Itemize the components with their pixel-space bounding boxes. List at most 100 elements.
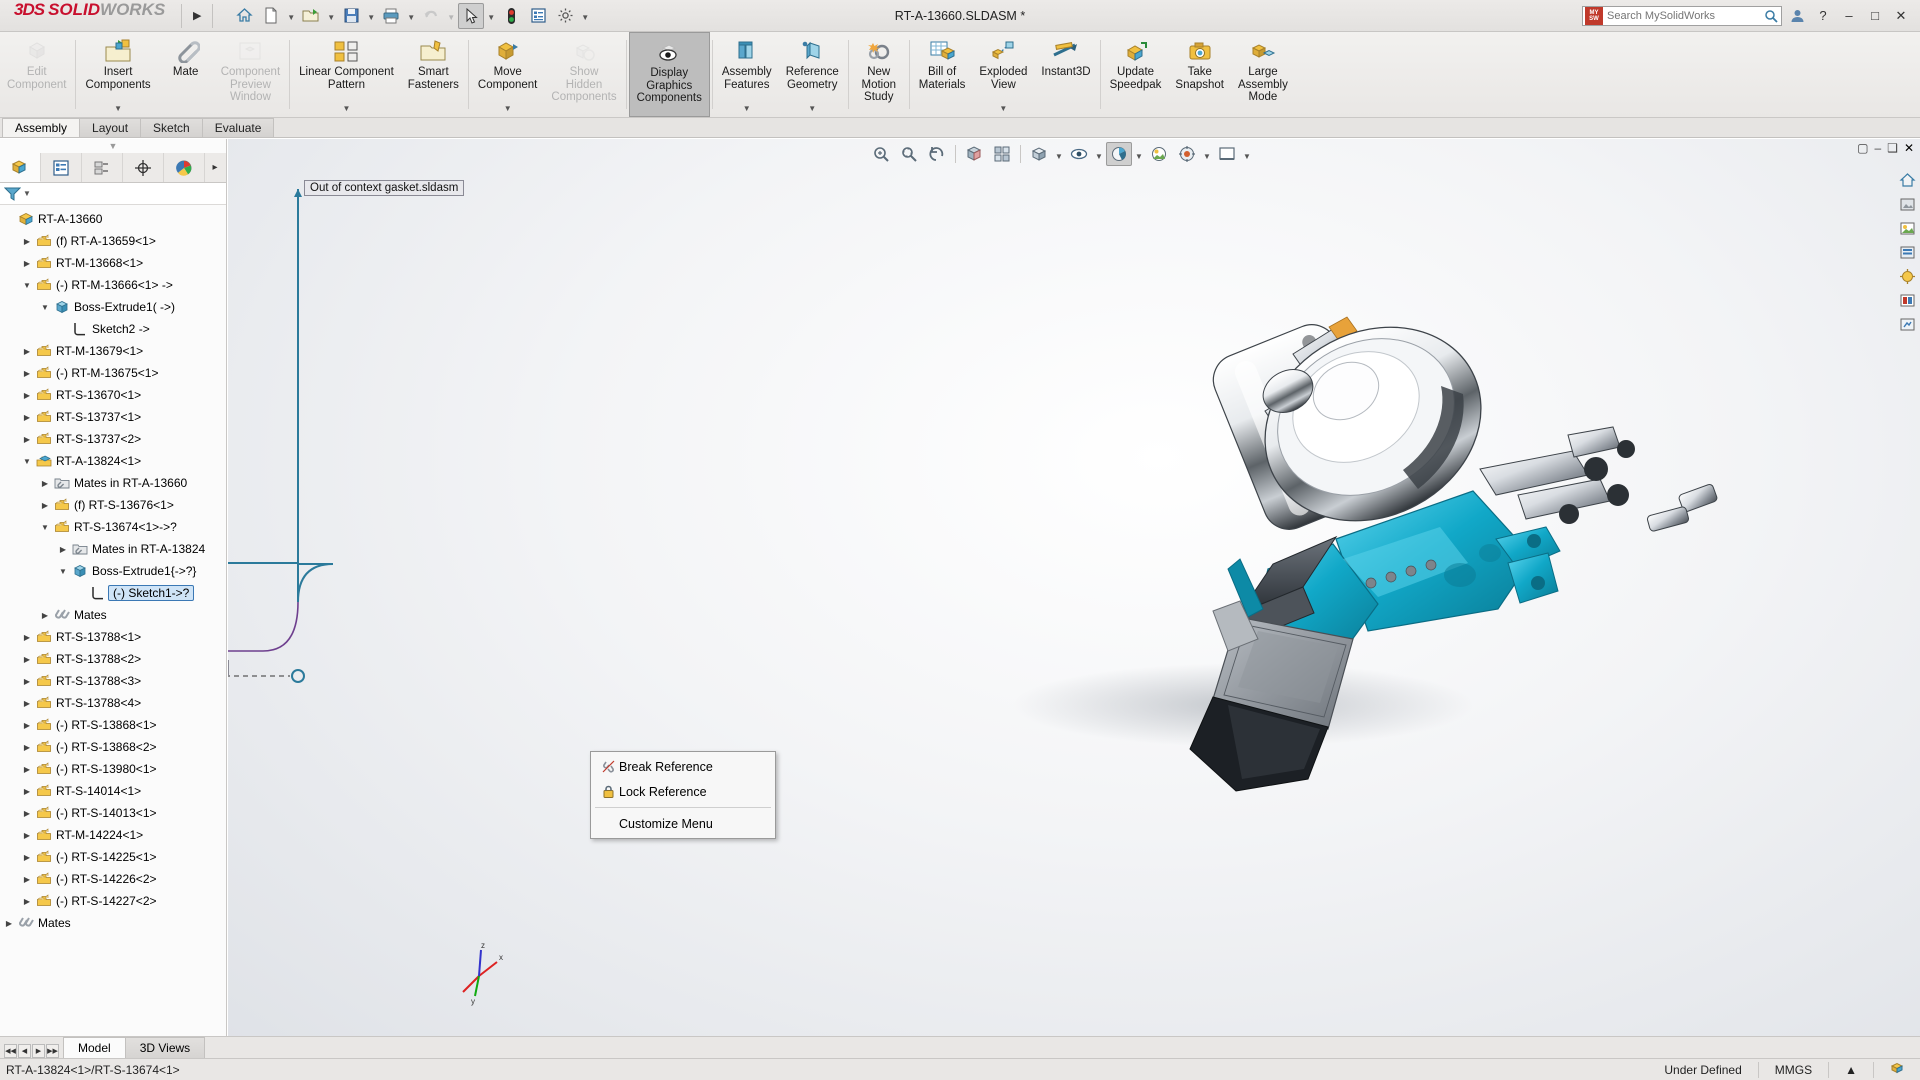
tree-item[interactable]: ▶RT-S-13788<4> xyxy=(0,692,226,714)
chevron-right-icon[interactable]: ▶ xyxy=(20,831,34,840)
chevron-right-icon[interactable]: ▶ xyxy=(20,699,34,708)
tree-item[interactable]: ▶RT-S-13737<2> xyxy=(0,428,226,450)
ribbon-button-instant3d[interactable]: Instant3D xyxy=(1034,32,1097,117)
ribbon-button-mate-paperclip[interactable]: Mate xyxy=(158,32,214,117)
chevron-right-icon[interactable]: ▶ xyxy=(20,809,34,818)
ribbon-button-display-graphics-eye[interactable]: Display Graphics Components xyxy=(629,32,710,117)
user-account-icon[interactable] xyxy=(1786,4,1808,28)
tree-item[interactable]: ▶RT-M-13668<1> xyxy=(0,252,226,274)
status-units-dropdown-icon[interactable]: ▲ xyxy=(1829,1063,1873,1077)
gear-icon[interactable] xyxy=(552,3,578,29)
display-manager-tab[interactable] xyxy=(164,153,205,182)
feature-manager-tab[interactable] xyxy=(0,153,41,182)
tree-item[interactable]: ▼RT-S-13674<1>->? xyxy=(0,516,226,538)
view-home-icon[interactable] xyxy=(1896,169,1918,191)
tree-item[interactable]: ▶Mates xyxy=(0,604,226,626)
search-box[interactable]: MYSW xyxy=(1582,6,1782,26)
open-folder-icon[interactable] xyxy=(298,3,324,29)
tab-layout[interactable]: Layout xyxy=(79,118,141,137)
ribbon-button-large-assembly-mode[interactable]: Large Assembly Mode xyxy=(1231,32,1295,117)
tree-item[interactable]: ▶RT-M-13679<1> xyxy=(0,340,226,362)
chevron-down-icon[interactable]: ▼ xyxy=(56,567,70,576)
ribbon-button-bill-of-materials[interactable]: Bill of Materials xyxy=(912,32,973,117)
tree-item[interactable]: ▶(-) RT-S-13980<1> xyxy=(0,758,226,780)
new-document-dropdown-icon[interactable]: ▼ xyxy=(285,3,297,29)
first-tab-button[interactable]: ◀◀ xyxy=(4,1044,17,1058)
chevron-right-icon[interactable]: ▶ xyxy=(2,919,16,928)
tree-item[interactable]: ▶RT-S-13670<1> xyxy=(0,384,226,406)
decals-icon[interactable] xyxy=(1896,241,1918,263)
print-dropdown-icon[interactable]: ▼ xyxy=(405,3,417,29)
print-icon[interactable] xyxy=(378,3,404,29)
chevron-right-icon[interactable]: ▶ xyxy=(38,611,52,620)
tree-item[interactable]: ▶Mates xyxy=(0,912,226,934)
search-input[interactable] xyxy=(1605,9,1761,23)
lights-cameras-icon[interactable] xyxy=(1896,265,1918,287)
home-icon[interactable] xyxy=(231,3,257,29)
tree-item[interactable]: ▼Boss-Extrude1( ->) xyxy=(0,296,226,318)
tree-item[interactable]: RT-A-13660 xyxy=(0,208,226,230)
chevron-right-icon[interactable]: ▶ xyxy=(20,369,34,378)
doc-tab-3d-views[interactable]: 3D Views xyxy=(125,1037,205,1058)
previous-tab-button[interactable]: ◀ xyxy=(18,1044,31,1058)
ribbon-button-new-motion-study[interactable]: New Motion Study xyxy=(851,32,907,117)
tab-evaluate[interactable]: Evaluate xyxy=(202,118,275,137)
save-dropdown-icon[interactable]: ▼ xyxy=(365,3,377,29)
context-menu-item-customize-menu[interactable]: Customize Menu xyxy=(591,811,775,836)
property-manager-tab[interactable] xyxy=(41,153,82,182)
tree-item[interactable]: ▶(-) RT-S-13868<1> xyxy=(0,714,226,736)
panel-pin-handle[interactable]: ▼ xyxy=(0,139,226,153)
tree-item[interactable]: ▶(-) RT-S-14226<2> xyxy=(0,868,226,890)
chevron-down-icon[interactable]: ▼ xyxy=(20,457,34,466)
chevron-down-icon[interactable]: ▼ xyxy=(38,303,52,312)
chevron-down-icon[interactable]: ▼ xyxy=(972,103,1034,116)
ribbon-button-move-component[interactable]: Move Component▼ xyxy=(471,32,544,117)
display-states-icon[interactable] xyxy=(1896,289,1918,311)
filter-dropdown-icon[interactable]: ▼ xyxy=(23,189,31,198)
help-icon[interactable]: ? xyxy=(1812,4,1834,28)
tree-item[interactable]: ▶(f) RT-S-13676<1> xyxy=(0,494,226,516)
chevron-right-icon[interactable]: ▶ xyxy=(56,545,70,554)
tree-item[interactable]: ▶(-) RT-S-13868<2> xyxy=(0,736,226,758)
tree-item[interactable]: ▶RT-M-14224<1> xyxy=(0,824,226,846)
scenes-icon[interactable] xyxy=(1896,217,1918,239)
tree-item[interactable]: ▶RT-S-14014<1> xyxy=(0,780,226,802)
options-dropdown-icon[interactable]: ▼ xyxy=(579,3,591,29)
chevron-down-icon[interactable]: ▼ xyxy=(20,281,34,290)
chevron-down-icon[interactable]: ▼ xyxy=(715,103,779,116)
chevron-right-icon[interactable]: ▶ xyxy=(38,479,52,488)
appearances-icon[interactable] xyxy=(1896,193,1918,215)
tree-item[interactable]: ▶(-) RT-S-14013<1> xyxy=(0,802,226,824)
chevron-right-icon[interactable]: ▶ xyxy=(20,259,34,268)
tree-item[interactable]: (-) Sketch1->? xyxy=(0,582,226,604)
chevron-down-icon[interactable]: ▼ xyxy=(78,103,157,116)
ribbon-button-reference-geometry[interactable]: Reference Geometry▼ xyxy=(779,32,846,117)
open-dropdown-icon[interactable]: ▼ xyxy=(325,3,337,29)
configuration-manager-tab[interactable] xyxy=(82,153,123,182)
select-dropdown-icon[interactable]: ▼ xyxy=(485,3,497,29)
chevron-right-icon[interactable]: ▶ xyxy=(20,853,34,862)
ribbon-button-smart-fasteners[interactable]: Smart Fasteners xyxy=(401,32,466,117)
next-tab-button[interactable]: ▶ xyxy=(32,1044,45,1058)
chevron-down-icon[interactable]: ▼ xyxy=(38,523,52,532)
chevron-right-icon[interactable]: ▶ xyxy=(20,633,34,642)
chevron-right-icon[interactable]: ▶ xyxy=(20,237,34,246)
assembly-3d-model[interactable] xyxy=(228,139,1920,1048)
context-menu-item-break-reference[interactable]: Break Reference xyxy=(591,754,775,779)
ribbon-button-linear-component-pattern[interactable]: Linear Component Pattern▼ xyxy=(292,32,401,117)
tab-assembly[interactable]: Assembly xyxy=(2,118,80,137)
graphics-area[interactable]: ▼▼▼▼▼ ▢ – ❑ ✕ Out of context gasket.slda… xyxy=(228,139,1920,1048)
chevron-right-icon[interactable]: ▶ xyxy=(20,897,34,906)
chevron-right-icon[interactable]: ▶ xyxy=(20,765,34,774)
chevron-right-icon[interactable]: ▶ xyxy=(20,391,34,400)
tree-item[interactable]: ▶RT-S-13788<3> xyxy=(0,670,226,692)
ribbon-button-assembly-features[interactable]: Assembly Features▼ xyxy=(715,32,779,117)
dimxpert-manager-tab[interactable] xyxy=(123,153,164,182)
ribbon-button-insert-components[interactable]: Insert Components▼ xyxy=(78,32,157,117)
close-window-button[interactable]: ✕ xyxy=(1890,4,1912,28)
tab-sketch[interactable]: Sketch xyxy=(140,118,203,137)
chevron-right-icon[interactable]: ▶ xyxy=(20,677,34,686)
ribbon-button-update-speedpak[interactable]: Update Speedpak xyxy=(1103,32,1169,117)
search-icon[interactable] xyxy=(1761,9,1781,23)
tree-item[interactable]: ▼RT-A-13824<1> xyxy=(0,450,226,472)
